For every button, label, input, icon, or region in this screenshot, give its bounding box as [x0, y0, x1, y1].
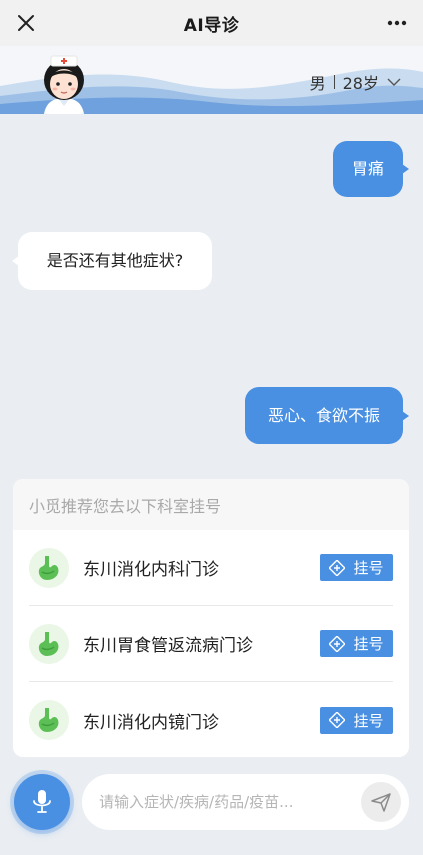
message-text: 胃痛: [351, 159, 384, 178]
patient-profile-selector[interactable]: 男 28岁: [310, 70, 401, 94]
register-icon: [329, 635, 346, 652]
register-button[interactable]: 挂号: [320, 554, 393, 581]
department-recommendation-card: 小觅推荐您去以下科室挂号 东川消化内科门诊 挂号 东川胃食管返流病门诊 挂号 东…: [13, 479, 409, 757]
stomach-icon: [29, 700, 69, 740]
microphone-icon: [33, 790, 51, 813]
profile-divider: [333, 75, 335, 89]
send-button[interactable]: [361, 782, 401, 822]
department-name: 东川消化内镜门诊: [83, 712, 219, 733]
bubble-tail: [12, 256, 19, 266]
register-label: 挂号: [353, 559, 384, 577]
symptom-input[interactable]: [99, 793, 349, 811]
department-name: 东川胃食管返流病门诊: [83, 636, 253, 656]
chat-message-user: 恶心、食欲不振: [245, 387, 409, 444]
close-icon[interactable]: [14, 11, 38, 35]
top-bar: AI导诊: [0, 0, 423, 46]
age-label: 28岁: [342, 74, 379, 93]
stomach-icon: [29, 623, 69, 664]
page-title: AI导诊: [183, 15, 240, 36]
voice-input-button[interactable]: [14, 774, 70, 830]
send-icon: [371, 793, 391, 812]
bubble-tail: [402, 410, 409, 421]
chevron-down-icon: [387, 78, 401, 86]
chat-message-bot: 是否还有其他症状?: [12, 232, 212, 290]
register-button[interactable]: 挂号: [320, 706, 393, 734]
chat-message-user: 胃痛: [333, 141, 409, 197]
department-name: 东川消化内科门诊: [83, 560, 219, 580]
message-input-bar: [82, 774, 409, 830]
register-icon: [329, 712, 346, 728]
department-item[interactable]: 东川消化内科门诊 挂号: [29, 530, 393, 606]
gender-label: 男: [309, 74, 326, 93]
stomach-icon: [29, 547, 69, 588]
recommendation-header: 小觅推荐您去以下科室挂号: [13, 479, 409, 530]
register-label: 挂号: [353, 711, 384, 730]
department-item[interactable]: 东川消化内镜门诊 挂号: [29, 682, 393, 757]
hero-banner: 男 28岁: [0, 46, 423, 114]
bubble-tail: [402, 164, 409, 174]
message-text: 恶心、食欲不振: [267, 405, 380, 425]
register-icon: [329, 559, 346, 576]
register-label: 挂号: [353, 635, 384, 653]
department-item[interactable]: 东川胃食管返流病门诊 挂号: [29, 606, 393, 682]
register-button[interactable]: 挂号: [320, 630, 393, 657]
nurse-avatar: [44, 55, 84, 114]
more-icon[interactable]: [385, 11, 409, 35]
message-text: 是否还有其他症状?: [46, 251, 184, 270]
